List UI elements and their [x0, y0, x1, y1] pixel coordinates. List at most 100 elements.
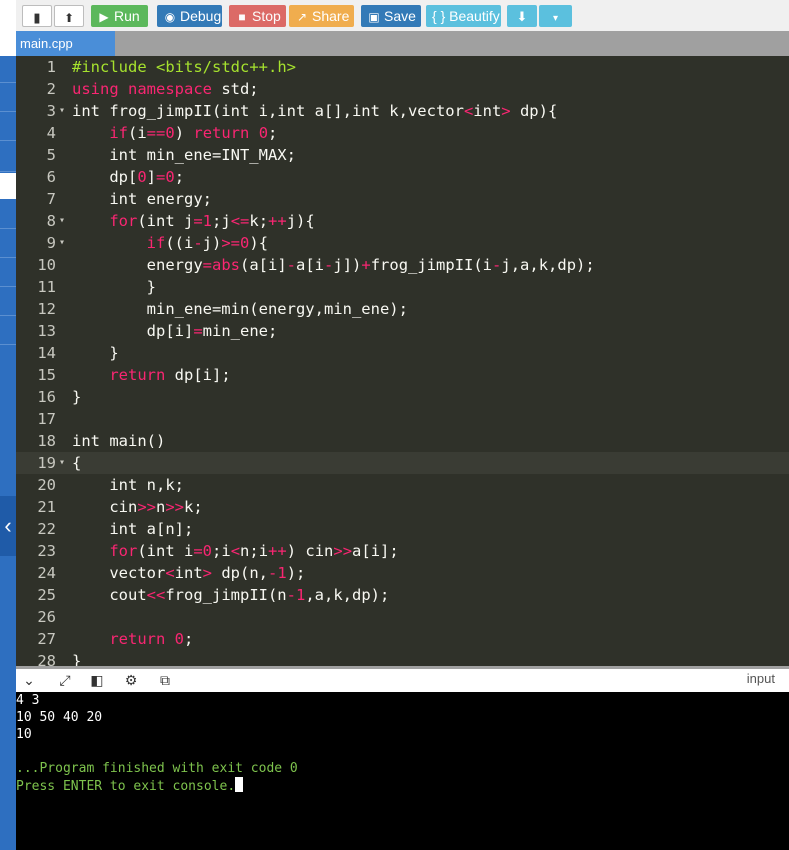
copy-icon[interactable]: ⧉ — [156, 671, 174, 689]
fold-toggle-icon[interactable]: ▾ — [59, 232, 65, 254]
line-number: 24 — [37, 564, 56, 582]
share-icon: ↗ — [296, 10, 308, 24]
code-line[interactable]: 4 if(i==0) return 0; — [16, 122, 789, 144]
code-text: cout<<frog_jimpII(n-1,a,k,dp); — [72, 586, 390, 604]
code-line[interactable]: 15 return dp[i]; — [16, 364, 789, 386]
code-line[interactable]: 20 int n,k; — [16, 474, 789, 496]
code-line[interactable]: 18 int main() — [16, 430, 789, 452]
run-button[interactable]: ▶ Run — [91, 5, 148, 27]
line-number: 3 — [46, 102, 56, 120]
gear-icon[interactable]: ⚙ — [122, 671, 140, 689]
sidebar-active-segment[interactable] — [0, 173, 16, 199]
code-line[interactable]: 24 vector<int> dp(n,-1); — [16, 562, 789, 584]
code-line[interactable]: 6 dp[0]=0; — [16, 166, 789, 188]
line-number: 15 — [37, 366, 56, 384]
code-line[interactable]: 11 } — [16, 276, 789, 298]
sidebar-segment[interactable] — [0, 141, 16, 172]
sidebar-segment[interactable] — [0, 229, 16, 258]
code-text: if(i==0) return 0; — [109, 124, 278, 142]
code-line[interactable]: 28} — [16, 650, 789, 666]
code-text: int main() — [72, 432, 166, 450]
share-button[interactable]: ↗ Share — [289, 5, 354, 27]
line-number: 21 — [37, 498, 56, 516]
save-icon: ▣ — [368, 10, 380, 24]
console-line: 10 50 40 20 — [16, 710, 103, 725]
line-number: 12 — [37, 300, 56, 318]
code-text: } — [72, 344, 119, 362]
stop-button[interactable]: ■ Stop — [229, 5, 286, 27]
code-line[interactable]: 27 return 0; — [16, 628, 789, 650]
sidebar-segment[interactable] — [0, 83, 16, 112]
code-line[interactable]: 2 using namespace std; — [16, 78, 789, 100]
line-number: 4 — [46, 124, 56, 142]
sidebar-segment[interactable] — [0, 258, 16, 287]
code-text: using namespace std; — [72, 80, 259, 98]
code-text: } — [72, 278, 156, 296]
tab-main-cpp[interactable]: main.cpp — [16, 31, 115, 56]
code-line[interactable]: 7 int energy; — [16, 188, 789, 210]
toolbar: ▮ ⬆ ▶ Run ◉ Debug ■ Stop ↗ Share ▣ Save { } B… — [16, 0, 789, 32]
upload-button[interactable]: ⬆ — [54, 5, 84, 27]
code-text: if((i-j)>=0){ — [146, 234, 269, 252]
code-line[interactable]: 17 — [16, 408, 789, 430]
fold-toggle-icon[interactable]: ▾ — [59, 452, 65, 474]
fold-toggle-icon[interactable]: ▾ — [59, 210, 65, 232]
beautify-button[interactable]: { } Beautify — [426, 5, 501, 27]
code-line[interactable]: 9 ▾ if((i-j)>=0){ — [16, 232, 789, 254]
layout-icon[interactable]: ◧ — [88, 671, 106, 689]
expand-icon[interactable]: ⤢ — [56, 671, 74, 689]
code-line[interactable]: 10 energy=abs(a[i]-a[i-j])+frog_jimpII(i… — [16, 254, 789, 276]
code-text: return 0; — [109, 630, 194, 648]
code-text: #include <bits/stdc++.h> — [72, 58, 296, 76]
line-number: 23 — [37, 542, 56, 560]
console-line: 10 — [16, 727, 32, 742]
line-number: 9 — [46, 234, 56, 252]
code-line[interactable]: 21 cin>>n>>k; — [16, 496, 789, 518]
code-line[interactable]: 5 int min_ene=INT_MAX; — [16, 144, 789, 166]
code-line[interactable]: 26 — [16, 606, 789, 628]
debug-button[interactable]: ◉ Debug — [157, 5, 222, 27]
code-line[interactable]: 12 min_ene=min(energy,min_ene); — [16, 298, 789, 320]
line-number: 22 — [37, 520, 56, 538]
upload-icon: ⬆ — [63, 11, 75, 25]
new-file-button[interactable]: ▮ — [22, 5, 52, 27]
chevron-down-icon[interactable]: ⌄ — [20, 671, 38, 689]
code-line[interactable]: 1 #include <bits/stdc++.h> — [16, 56, 789, 78]
code-text: return dp[i]; — [109, 366, 231, 384]
sidebar-segment[interactable] — [0, 112, 16, 141]
download-button[interactable]: ⬇ — [507, 5, 537, 27]
code-text: for(int i=0;i<n;i++) cin>>a[i]; — [109, 542, 399, 560]
code-line[interactable]: 23 for(int i=0;i<n;i++) cin>>a[i]; — [16, 540, 789, 562]
fold-toggle-icon[interactable]: ▾ — [59, 100, 65, 122]
code-line[interactable]: 8 ▾ for(int j=1;j<=k;++j){ — [16, 210, 789, 232]
output-console[interactable]: 4 3 10 50 40 20 10 ...Program finished w… — [16, 692, 789, 850]
play-icon: ▶ — [99, 10, 109, 24]
code-text: int a[n]; — [72, 520, 194, 538]
code-text: int frog_jimpII(int i,int a[],int k,vect… — [72, 102, 558, 120]
sidebar-segment[interactable] — [0, 200, 16, 229]
console-exit-message: ...Program finished with exit code 0 — [16, 761, 298, 776]
code-editor[interactable]: 1 #include <bits/stdc++.h> 2 using namespac… — [16, 56, 789, 666]
code-line[interactable]: 3 ▾ int frog_jimpII(int i,int a[],int k,ve… — [16, 100, 789, 122]
code-text: dp[i]=min_ene; — [72, 322, 278, 340]
code-line[interactable]: 14 } — [16, 342, 789, 364]
line-number: 26 — [37, 608, 56, 626]
code-text: } — [72, 388, 82, 406]
code-line[interactable]: 16} — [16, 386, 789, 408]
input-label[interactable]: input — [747, 671, 775, 686]
save-button[interactable]: ▣ Save — [361, 5, 421, 27]
sidebar-segment[interactable] — [0, 287, 16, 316]
line-number: 27 — [37, 630, 56, 648]
sidebar-segment[interactable] — [0, 56, 16, 83]
code-line[interactable]: 22 int a[n]; — [16, 518, 789, 540]
sidebar-segment[interactable] — [0, 316, 16, 345]
code-text: vector<int> dp(n,-1); — [72, 564, 306, 582]
collapse-sidebar-button[interactable]: ‹ — [0, 496, 16, 556]
code-line[interactable]: 13 dp[i]=min_ene; — [16, 320, 789, 342]
code-line[interactable]: 19 ▾ { — [16, 452, 789, 474]
code-line[interactable]: 25 cout<<frog_jimpII(n-1,a,k,dp); — [16, 584, 789, 606]
console-cursor — [235, 777, 244, 792]
download-dropdown-button[interactable]: ▾ — [539, 5, 572, 27]
console-prompt: Press ENTER to exit console. — [16, 777, 244, 794]
line-number: 20 — [37, 476, 56, 494]
